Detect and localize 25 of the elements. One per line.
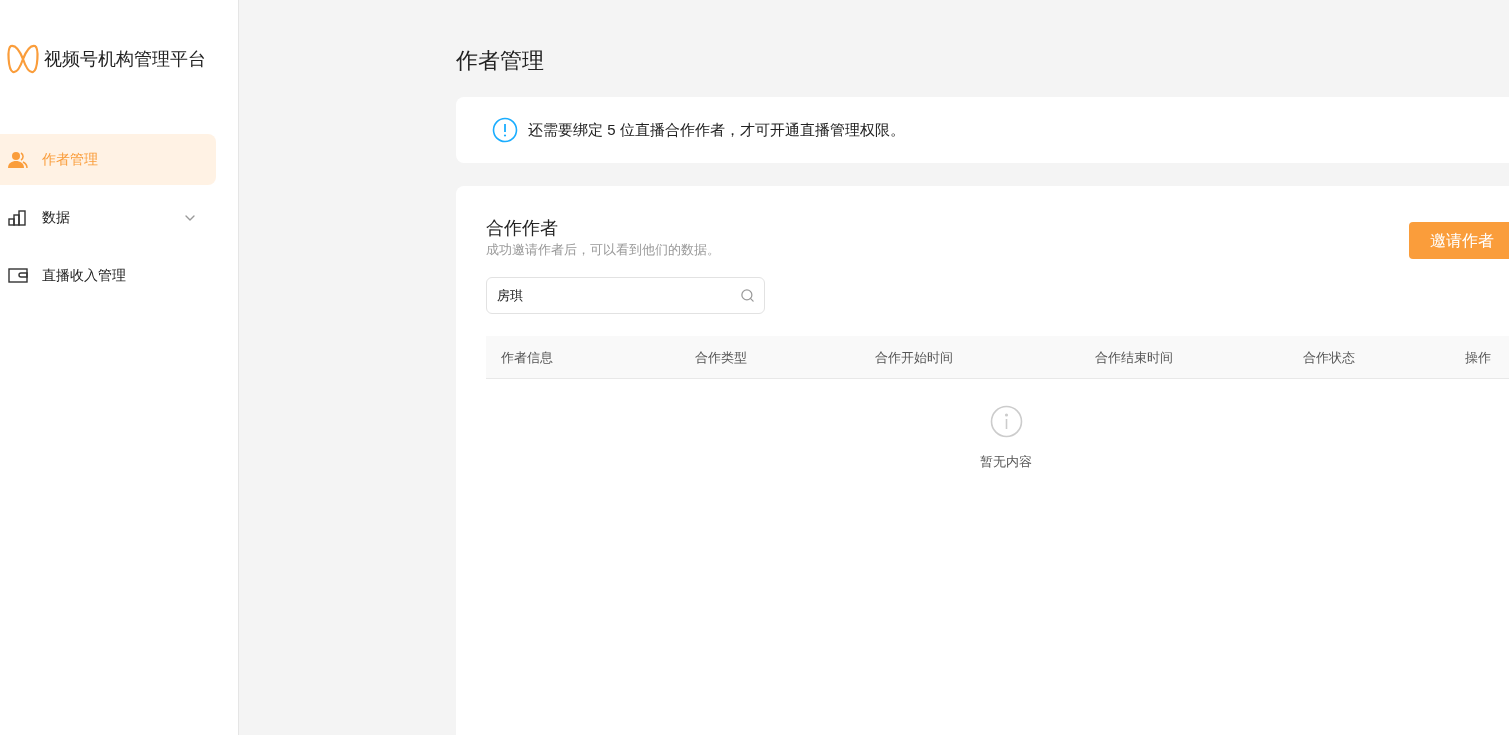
bar-chart-icon — [8, 209, 27, 226]
platform-title: 视频号机构管理平台 — [44, 48, 206, 71]
wallet-icon — [8, 268, 28, 283]
column-header: 合作开始时间 — [875, 350, 953, 365]
section-subtitle: 成功邀请作者后，可以看到他们的数据。 — [486, 241, 720, 259]
sidebar-label: 数据 — [42, 208, 71, 227]
page-title: 作者管理 — [456, 47, 545, 75]
sidebar-label: 作者管理 — [42, 150, 99, 169]
sidebar-item[interactable]: 数据 — [0, 192, 216, 243]
column-header: 合作类型 — [695, 350, 747, 365]
alert-text: 还需要绑定 5 位直播合作作者，才可开通直播管理权限。 — [528, 119, 905, 140]
column-header: 合作结束时间 — [1095, 350, 1173, 365]
column-header: 操作 — [1465, 350, 1491, 365]
column-header: 合作状态 — [1303, 350, 1355, 365]
sidebar-item[interactable]: 直播收入管理 — [0, 250, 216, 301]
section-title: 合作作者 — [486, 217, 559, 240]
search-icon — [740, 288, 755, 303]
sidebar-label: 直播收入管理 — [42, 266, 127, 285]
empty-state-text: 暂无内容 — [980, 453, 1032, 471]
info-icon — [492, 117, 518, 143]
column-header: 作者信息 — [501, 350, 553, 365]
logo-icon — [6, 42, 40, 76]
info-icon — [989, 405, 1023, 438]
search-field[interactable]: 房琪 — [486, 277, 765, 314]
person-icon — [8, 150, 28, 169]
